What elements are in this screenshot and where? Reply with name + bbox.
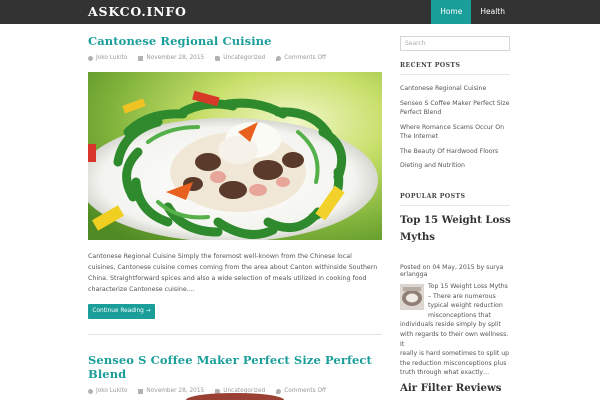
- recent-posts-list: Cantonese Regional Cuisine Senseo S Coff…: [400, 84, 512, 176]
- popular-post-meta: Posted on 04 May, 2015 by surya erlangga: [400, 264, 504, 278]
- featured-image[interactable]: [88, 72, 382, 240]
- recent-post-link[interactable]: The Beauty Of Hardwood Floors: [400, 147, 512, 157]
- popular-post-title[interactable]: Air Filter Reviews: [400, 380, 512, 397]
- calendar-icon: [138, 55, 144, 61]
- post-date[interactable]: November 28, 2015: [146, 388, 204, 394]
- top-navbar: ASKCO.INFO Home Health: [0, 0, 600, 24]
- post-title[interactable]: Senseo S Coffee Maker Perfect Size Perfe…: [88, 353, 382, 381]
- calendar-icon: [138, 388, 144, 394]
- post-header: Cantonese Regional Cuisine Joko Lukito N…: [88, 34, 382, 61]
- main-nav: Home Health: [431, 0, 514, 24]
- popular-post-title[interactable]: Top 15 Weight Loss Myths: [400, 212, 512, 246]
- user-icon: [88, 55, 93, 61]
- comment-icon: [276, 55, 282, 61]
- post-divider: [88, 334, 382, 335]
- post-author[interactable]: Joko Lukito: [96, 55, 127, 61]
- nav-item-health[interactable]: Health: [471, 0, 514, 24]
- user-icon: [88, 388, 93, 394]
- search-input[interactable]: [400, 36, 510, 51]
- featured-image-peek[interactable]: [186, 393, 284, 400]
- post-title[interactable]: Cantonese Regional Cuisine: [88, 34, 382, 48]
- post-comments: Comments Off: [284, 55, 327, 61]
- recent-post-link[interactable]: Where Romance Scams Occur On The Interne…: [400, 123, 512, 142]
- post-category[interactable]: Uncategorized: [223, 55, 265, 61]
- post-date[interactable]: November 28, 2015: [146, 55, 204, 61]
- food-photo: [88, 72, 382, 240]
- post-comments: Comments Off: [284, 388, 327, 394]
- post-meta: Joko Lukito November 28, 2015 Uncategori…: [88, 55, 382, 61]
- popular-posts-title: POPULAR POSTS: [400, 193, 510, 206]
- post-author[interactable]: Joko Lukito: [96, 388, 127, 394]
- continue-reading-button[interactable]: Continue Reading →: [88, 304, 155, 319]
- comment-icon: [276, 388, 282, 394]
- post-excerpt: Cantonese Regional Cuisine Simply the fo…: [88, 253, 378, 293]
- recent-post-link[interactable]: Dieting and Nutrition: [400, 161, 512, 171]
- nav-item-home[interactable]: Home: [431, 0, 472, 24]
- recent-post-link[interactable]: Cantonese Regional Cuisine: [400, 84, 512, 94]
- recent-post-link[interactable]: Senseo S Coffee Maker Perfect Size Perfe…: [400, 99, 512, 118]
- post-header: Senseo S Coffee Maker Perfect Size Perfe…: [88, 353, 382, 394]
- site-brand[interactable]: ASKCO.INFO: [88, 4, 187, 19]
- recent-posts-title: RECENT POSTS: [400, 62, 510, 75]
- folder-icon: [215, 55, 221, 61]
- popular-post-excerpt: Top 15 Weight Loss Myths – There are num…: [400, 283, 510, 377]
